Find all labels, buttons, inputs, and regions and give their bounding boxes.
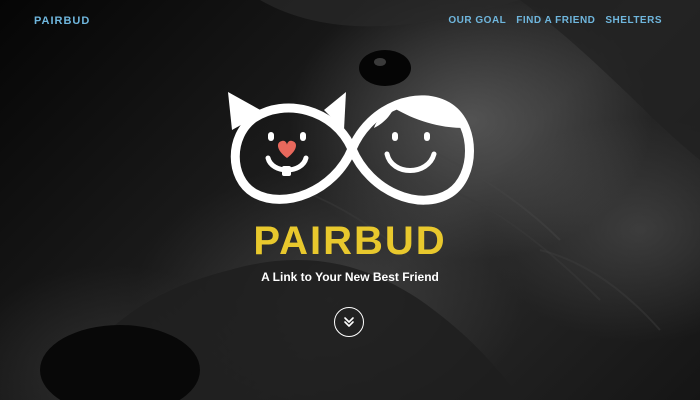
- heart-nose-icon: [277, 140, 297, 158]
- top-navigation: PAIRBUD OUR GOAL FIND A FRIEND SHELTERS: [0, 0, 700, 44]
- pairbud-logo-icon: [228, 92, 474, 205]
- nav-link-shelters[interactable]: SHELTERS: [605, 15, 662, 26]
- hero-tagline: A Link to Your New Best Friend: [261, 270, 439, 284]
- nav-link-our-goal[interactable]: OUR GOAL: [448, 15, 506, 26]
- hero-section: PAIRBUD OUR GOAL FIND A FRIEND SHELTERS …: [0, 0, 700, 400]
- nav-menu: OUR GOAL FIND A FRIEND SHELTERS: [448, 15, 662, 26]
- double-chevron-down-icon: [344, 317, 354, 327]
- scroll-down-button[interactable]: [334, 307, 364, 337]
- nav-link-find-a-friend[interactable]: FIND A FRIEND: [516, 15, 595, 26]
- hero-title: PAIRBUD: [253, 219, 447, 263]
- brand-link[interactable]: PAIRBUD: [34, 15, 90, 27]
